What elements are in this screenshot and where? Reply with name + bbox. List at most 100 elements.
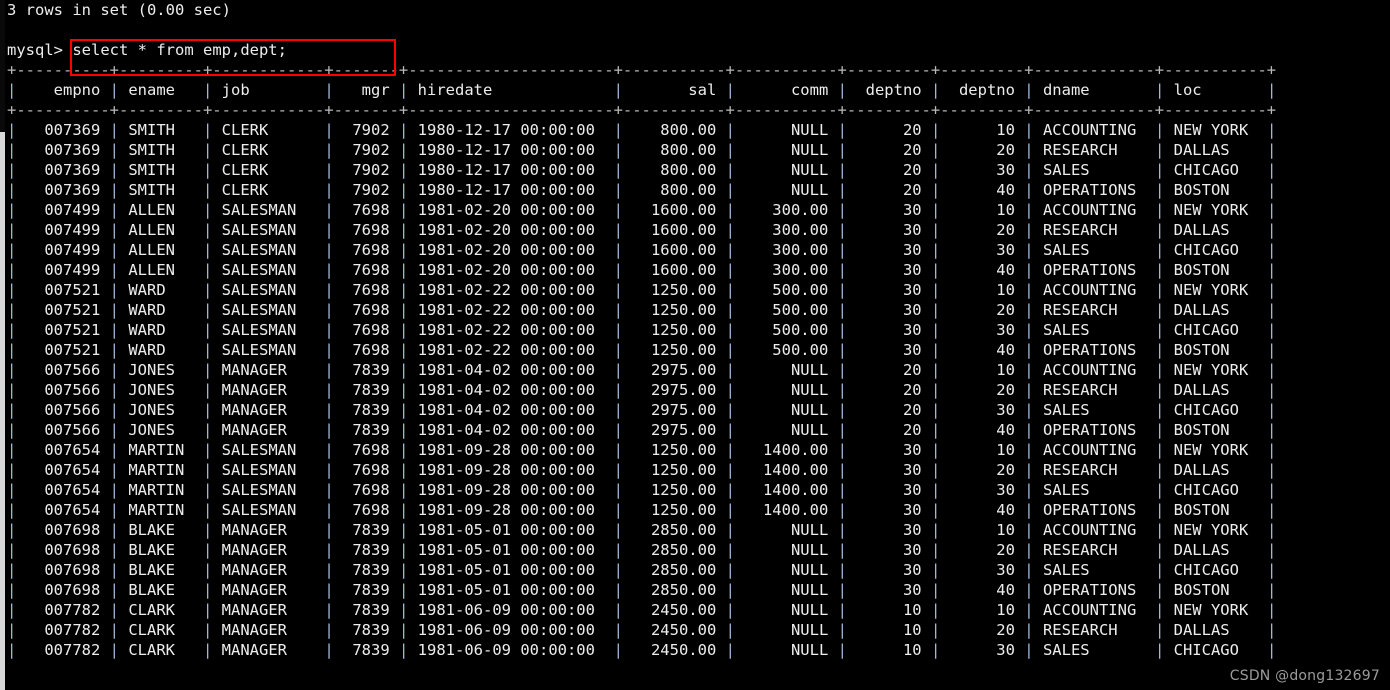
table-row: | 007566 | JONES | MANAGER | 7839 | 1981…: [7, 400, 1390, 420]
table-border-pipe: |: [324, 161, 343, 179]
table-border-pipe: |: [837, 221, 857, 239]
table-cell: DALLAS: [1173, 621, 1267, 639]
table-row: | 007654 | MARTIN | SALESMAN | 7698 | 19…: [7, 460, 1390, 480]
table-border-pipe: |: [7, 201, 26, 219]
table-cell: 30: [856, 341, 931, 359]
table-border-pipe: |: [7, 241, 26, 259]
table-border-pipe: |: [837, 181, 857, 199]
table-border-pipe: |: [725, 621, 745, 639]
table-border-pipe: |: [7, 601, 26, 619]
table-border-pipe: |: [399, 461, 418, 479]
table-border-pipe: |: [203, 441, 222, 459]
table-border-pipe: |: [203, 141, 222, 159]
table-border-pipe: |: [1154, 461, 1174, 479]
table-border-pipe: |: [324, 581, 343, 599]
table-cell: 7902: [343, 121, 399, 139]
table-border-pipe: |: [1266, 521, 1277, 539]
table-border-pipe: |: [613, 241, 633, 259]
table-cell: ACCOUNTING: [1042, 361, 1155, 379]
table-border-pipe: |: [1024, 521, 1043, 539]
table-cell: 30: [856, 461, 931, 479]
table-border-pipe: |: [109, 121, 129, 139]
table-border-pipe: |: [930, 181, 950, 199]
table-cell: ACCOUNTING: [1042, 201, 1155, 219]
command-line[interactable]: mysql> select * from emp,dept;: [7, 40, 1390, 60]
table-cell: 007654: [25, 501, 110, 519]
table-border-pipe: |: [399, 561, 418, 579]
table-border-pipe: |: [1266, 141, 1277, 159]
table-cell: CLERK: [221, 141, 325, 159]
table-border-pipe: |: [930, 561, 950, 579]
table-cell: 1600.00: [632, 261, 726, 279]
table-border-pipe: |: [109, 401, 129, 419]
table-border-pipe: |: [930, 521, 950, 539]
table-border-pipe: |: [1266, 221, 1277, 239]
table-border-pipe: |: [613, 521, 633, 539]
table-border-pipe: |: [1266, 641, 1277, 659]
table-cell: 1981-04-02 00:00:00: [417, 361, 614, 379]
table-cell: 20: [949, 221, 1025, 239]
table-border-pipe: |: [203, 161, 222, 179]
table-border-pipe: |: [109, 241, 129, 259]
table-cell: 007698: [25, 521, 110, 539]
table-cell: 30: [856, 201, 931, 219]
table-cell: SALESMAN: [221, 441, 325, 459]
csdn-watermark: CSDN @dong132697: [1229, 668, 1380, 684]
table-cell: MARTIN: [128, 501, 203, 519]
table-border-pipe: |: [930, 621, 950, 639]
table-cell: CLARK: [128, 621, 203, 639]
table-cell: SALES: [1042, 401, 1155, 419]
table-cell: NEW YORK: [1173, 601, 1267, 619]
table-cell: CHICAGO: [1173, 401, 1267, 419]
table-border-pipe: |: [1024, 341, 1043, 359]
table-cell: MANAGER: [221, 541, 325, 559]
table-cell: 7839: [343, 401, 399, 419]
terminal-screen[interactable]: 3 rows in set (0.00 sec) mysql> select * …: [7, 0, 1390, 690]
table-cell: CHICAGO: [1173, 481, 1267, 499]
table-border-pipe: |: [324, 401, 343, 419]
table-border-pipe: |: [1266, 421, 1277, 439]
table-border-pipe: |: [324, 621, 343, 639]
table-border-pipe: |: [324, 481, 343, 499]
table-cell: MANAGER: [221, 581, 325, 599]
table-cell: 2850.00: [632, 581, 726, 599]
table-cell: 1981-02-20 00:00:00: [417, 221, 614, 239]
table-cell: 10: [949, 201, 1025, 219]
table-border-pipe: |: [837, 121, 857, 139]
table-header-row: | empno | ename | job | mgr | hiredate |…: [7, 80, 1390, 100]
table-header-cell: ename: [128, 81, 203, 99]
table-border-pipe: |: [1024, 321, 1043, 339]
table-border-pipe: |: [399, 241, 418, 259]
table-row: | 007499 | ALLEN | SALESMAN | 7698 | 198…: [7, 200, 1390, 220]
table-border-pipe: |: [930, 281, 950, 299]
table-cell: NULL: [744, 141, 838, 159]
table-border-pipe: |: [1266, 621, 1277, 639]
table-cell: 1981-09-28 00:00:00: [417, 441, 614, 459]
table-border-pipe: |: [1154, 281, 1174, 299]
table-border-pipe: |: [837, 281, 857, 299]
table-cell: JONES: [128, 361, 203, 379]
table-cell: 300.00: [744, 261, 838, 279]
table-cell: 500.00: [744, 301, 838, 319]
table-cell: 7698: [343, 301, 399, 319]
table-border-pipe: |: [613, 181, 633, 199]
table-cell: SALESMAN: [221, 501, 325, 519]
table-border-pipe: |: [203, 181, 222, 199]
table-cell: 1981-02-22 00:00:00: [417, 321, 614, 339]
table-cell: OPERATIONS: [1042, 341, 1155, 359]
table-cell: SALESMAN: [221, 241, 325, 259]
table-row: | 007698 | BLAKE | MANAGER | 7839 | 1981…: [7, 540, 1390, 560]
table-row: | 007566 | JONES | MANAGER | 7839 | 1981…: [7, 380, 1390, 400]
table-row: | 007521 | WARD | SALESMAN | 7698 | 1981…: [7, 280, 1390, 300]
table-border-pipe: |: [837, 641, 857, 659]
table-border-pipe: |: [1266, 81, 1277, 99]
sql-command-text[interactable]: select * from emp,dept;: [72, 41, 287, 59]
table-border-pipe: |: [930, 601, 950, 619]
table-border-pipe: |: [837, 561, 857, 579]
table-border-pipe: |: [613, 201, 633, 219]
table-cell: 7698: [343, 201, 399, 219]
table-cell: 30: [856, 321, 931, 339]
table-cell: MARTIN: [128, 481, 203, 499]
table-cell: MANAGER: [221, 381, 325, 399]
table-cell: 007654: [25, 481, 110, 499]
